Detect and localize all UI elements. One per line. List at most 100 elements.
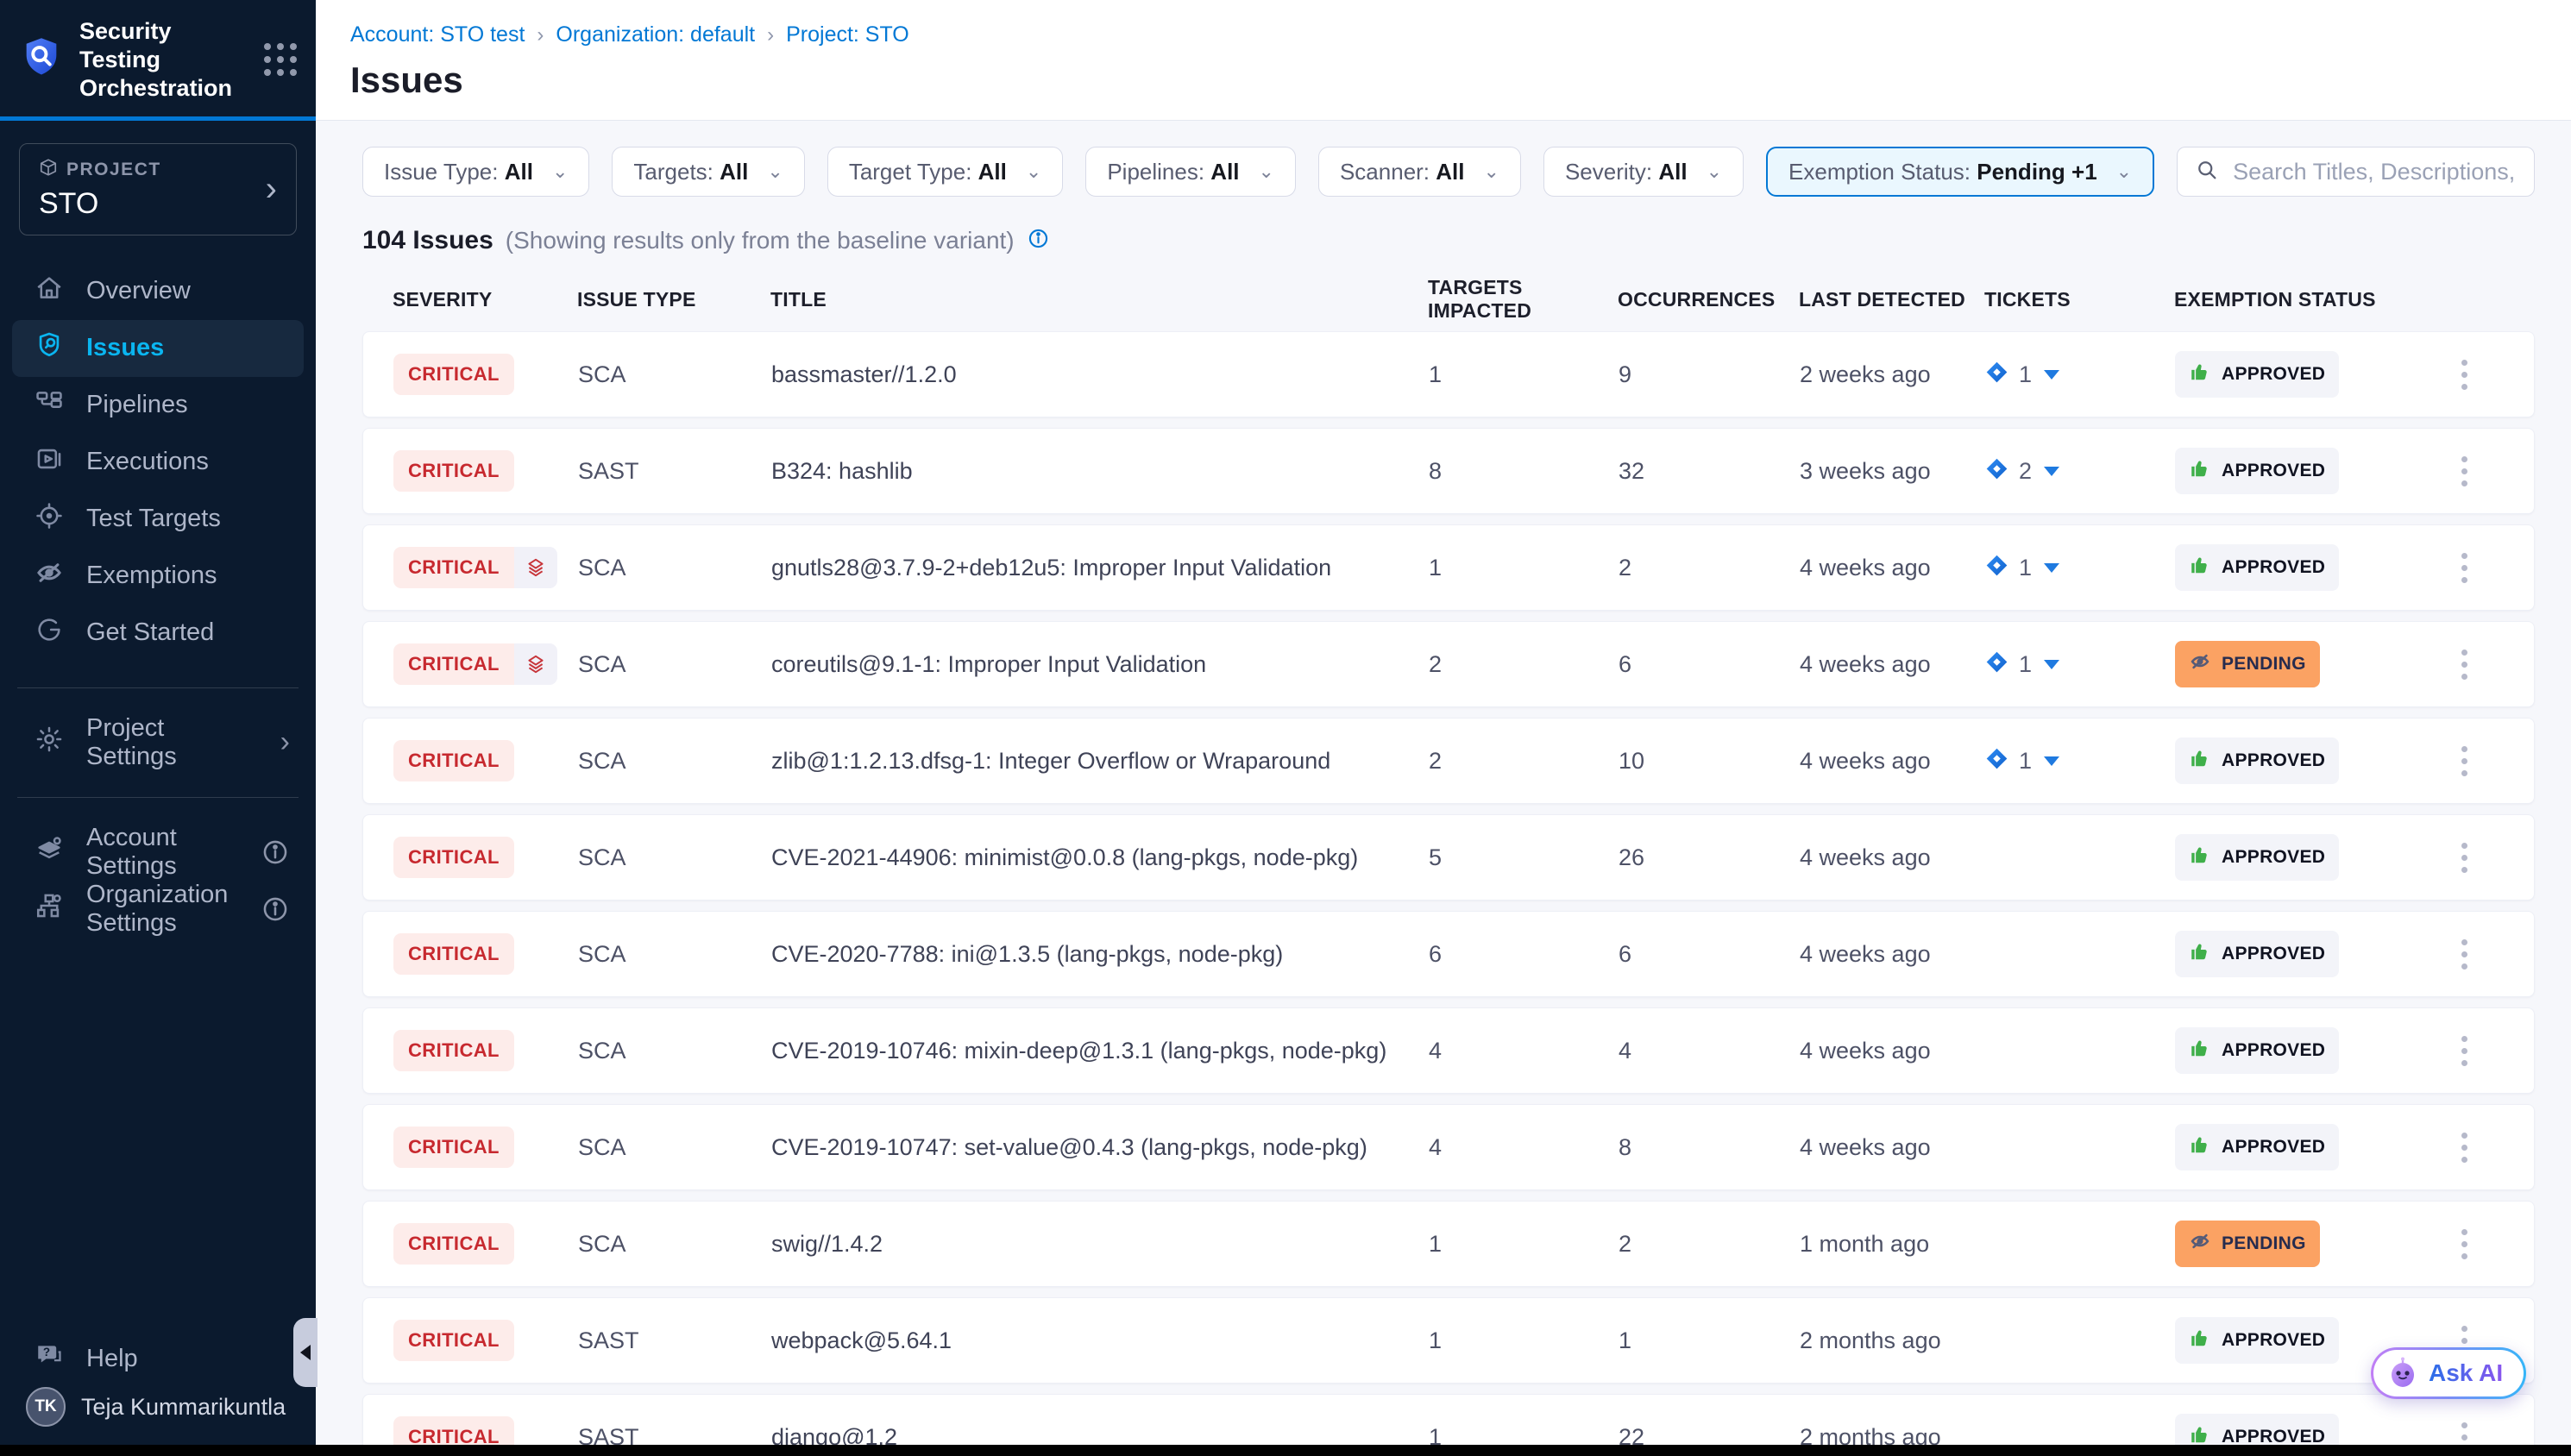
issue-title-cell[interactable]: CVE-2021-44906: minimist@0.0.8 (lang-pkg… (771, 844, 1429, 871)
issue-title-cell[interactable]: webpack@5.64.1 (771, 1327, 1429, 1354)
jira-ticket-icon (1985, 650, 2008, 678)
row-menu-kebab-icon[interactable] (2456, 451, 2473, 492)
project-selector[interactable]: PROJECT STO › (19, 143, 297, 235)
issue-title-cell[interactable]: swig//1.4.2 (771, 1231, 1429, 1258)
ticket-cell-content[interactable]: 1 (1985, 554, 2175, 581)
layers-gear-icon (35, 834, 64, 870)
table-row[interactable]: CRITICAL SAST webpack@5.64.1 1 1 2 month… (362, 1297, 2535, 1384)
sidebar-item-issues[interactable]: Issues (12, 320, 304, 377)
filter-targets[interactable]: Targets: All ⌄ (612, 147, 804, 197)
sidebar-item-project-settings[interactable]: Project Settings › (0, 714, 316, 771)
breadcrumb-organization-link[interactable]: Organization: default (556, 22, 755, 47)
last-detected-cell: 3 weeks ago (1800, 458, 1985, 485)
sidebar-item-test-targets[interactable]: Test Targets (0, 491, 316, 548)
issue-title-cell[interactable]: bassmaster//1.2.0 (771, 361, 1429, 388)
severity-badge: CRITICAL (393, 354, 514, 395)
table-row[interactable]: CRITICAL SCA CVE-2019-10746: mixin-deep@… (362, 1007, 2535, 1094)
row-menu-kebab-icon[interactable] (2456, 1031, 2473, 1071)
table-row[interactable]: CRITICAL SCA gnutls28@3.7.9-2+deb12u5: I… (362, 524, 2535, 611)
issue-title-cell[interactable]: CVE-2019-10747: set-value@0.4.3 (lang-pk… (771, 1134, 1429, 1161)
filter-target-type[interactable]: Target Type: All ⌄ (827, 147, 1064, 197)
table-row[interactable]: CRITICAL SCA coreutils@9.1-1: Improper I… (362, 621, 2535, 707)
thumbs-up-icon (2189, 940, 2211, 968)
sidebar-item-pipelines[interactable]: Pipelines (0, 377, 316, 434)
ticket-cell-content[interactable]: 1 (1985, 747, 2175, 775)
ticket-cell-content[interactable]: 2 (1985, 457, 2175, 485)
breadcrumb-project-link[interactable]: Project: STO (786, 22, 909, 47)
exemption-status-label: APPROVED (2222, 364, 2325, 385)
sidebar-item-label: Overview (86, 277, 191, 305)
table-row[interactable]: CRITICAL SAST B324: hashlib 8 32 3 weeks… (362, 428, 2535, 514)
ticket-cell-content[interactable]: 1 (1985, 650, 2175, 678)
org-gear-icon (35, 891, 64, 927)
sidebar-item-overview[interactable]: Overview (0, 263, 316, 320)
row-menu-kebab-icon[interactable] (2456, 1127, 2473, 1168)
eye-slash-icon (35, 558, 64, 594)
breadcrumb-account-link[interactable]: Account: STO test (350, 22, 525, 47)
module-switcher-grid-icon[interactable] (264, 43, 297, 76)
last-detected-cell: 4 weeks ago (1800, 844, 1985, 871)
issue-title-cell[interactable]: zlib@1:1.2.13.dfsg-1: Integer Overflow o… (771, 748, 1429, 775)
chevron-right-icon: › (266, 172, 277, 206)
issue-type-cell: SCA (578, 1038, 771, 1064)
sidebar-item-executions[interactable]: Executions (0, 434, 316, 491)
issue-type-cell: SCA (578, 1134, 771, 1161)
issue-type-cell: SCA (578, 844, 771, 871)
sidebar-item-exemptions[interactable]: Exemptions (0, 548, 316, 605)
ticket-cell-content[interactable]: 1 (1985, 361, 2175, 388)
sidebar-header: Security Testing Orchestration (0, 0, 316, 116)
chevron-down-icon: ⌄ (1484, 160, 1499, 183)
sidebar-item-get-started[interactable]: Get Started (0, 605, 316, 662)
main-content: Account: STO test › Organization: defaul… (316, 0, 2571, 1456)
last-detected-cell: 2 weeks ago (1800, 361, 1985, 388)
filter-issue-type[interactable]: Issue Type: All ⌄ (362, 147, 589, 197)
exemption-status-label: APPROVED (2222, 944, 2325, 964)
pipelines-icon (35, 387, 64, 424)
filter-exemption-status[interactable]: Exemption Status: Pending +1 ⌄ (1766, 147, 2154, 197)
sidebar-item-help[interactable]: ? Help (0, 1330, 316, 1387)
table-row[interactable]: CRITICAL SCA CVE-2020-7788: ini@1.3.5 (l… (362, 911, 2535, 997)
row-menu-kebab-icon[interactable] (2456, 934, 2473, 975)
filter-scanner[interactable]: Scanner: All ⌄ (1318, 147, 1521, 197)
exemption-status-badge: APPROVED (2175, 834, 2339, 881)
info-icon[interactable] (261, 838, 290, 867)
issue-title-cell[interactable]: B324: hashlib (771, 458, 1429, 485)
table-row[interactable]: CRITICAL SCA CVE-2021-44906: minimist@0.… (362, 814, 2535, 901)
info-icon[interactable] (261, 894, 290, 924)
issue-title-cell[interactable]: CVE-2019-10746: mixin-deep@1.3.1 (lang-p… (771, 1038, 1429, 1064)
sidebar-item-organization-settings[interactable]: Organization Settings (0, 881, 316, 938)
exemption-status-badge: PENDING (2175, 1221, 2320, 1267)
filter-pipelines[interactable]: Pipelines: All ⌄ (1085, 147, 1296, 197)
row-menu-kebab-icon[interactable] (2456, 644, 2473, 685)
severity-label: CRITICAL (393, 1030, 514, 1071)
sidebar-collapse-handle[interactable] (293, 1318, 317, 1387)
issue-title-cell[interactable]: CVE-2020-7788: ini@1.3.5 (lang-pkgs, nod… (771, 941, 1429, 968)
table-row[interactable]: CRITICAL SCA swig//1.4.2 1 2 1 month ago… (362, 1201, 2535, 1287)
row-menu-kebab-icon[interactable] (2456, 741, 2473, 781)
sidebar-item-account-settings[interactable]: Account Settings (0, 824, 316, 881)
row-menu-kebab-icon[interactable] (2456, 838, 2473, 878)
filter-severity[interactable]: Severity: All ⌄ (1543, 147, 1744, 197)
sidebar-item-label: Account Settings (86, 824, 238, 881)
table-row[interactable]: CRITICAL SCA zlib@1:1.2.13.dfsg-1: Integ… (362, 718, 2535, 804)
table-row[interactable]: CRITICAL SCA CVE-2019-10747: set-value@0… (362, 1104, 2535, 1190)
info-icon[interactable] (1027, 227, 1050, 254)
search-input[interactable] (2233, 159, 2517, 185)
row-menu-kebab-icon[interactable] (2456, 1224, 2473, 1265)
thumbs-up-icon (2189, 1133, 2211, 1161)
targets-impacted-cell: 1 (1429, 555, 1619, 581)
table-row[interactable]: CRITICAL SCA bassmaster//1.2.0 1 9 2 wee… (362, 331, 2535, 417)
targets-impacted-cell: 6 (1429, 941, 1619, 968)
avatar: TK (26, 1387, 66, 1427)
issue-type-cell: SAST (578, 1327, 771, 1354)
occurrences-cell: 32 (1619, 458, 1800, 485)
page-header: Account: STO test › Organization: defaul… (316, 0, 2571, 121)
row-menu-kebab-icon[interactable] (2456, 548, 2473, 588)
issue-title-cell[interactable]: gnutls28@3.7.9-2+deb12u5: Improper Input… (771, 555, 1429, 581)
issue-title-cell[interactable]: coreutils@9.1-1: Improper Input Validati… (771, 651, 1429, 678)
row-menu-kebab-icon[interactable] (2456, 355, 2473, 395)
chevron-right-icon: › (280, 725, 290, 759)
progress-circle-icon (35, 615, 64, 651)
ask-ai-button[interactable]: Ask AI (2371, 1347, 2526, 1399)
occurrences-cell: 26 (1619, 844, 1800, 871)
